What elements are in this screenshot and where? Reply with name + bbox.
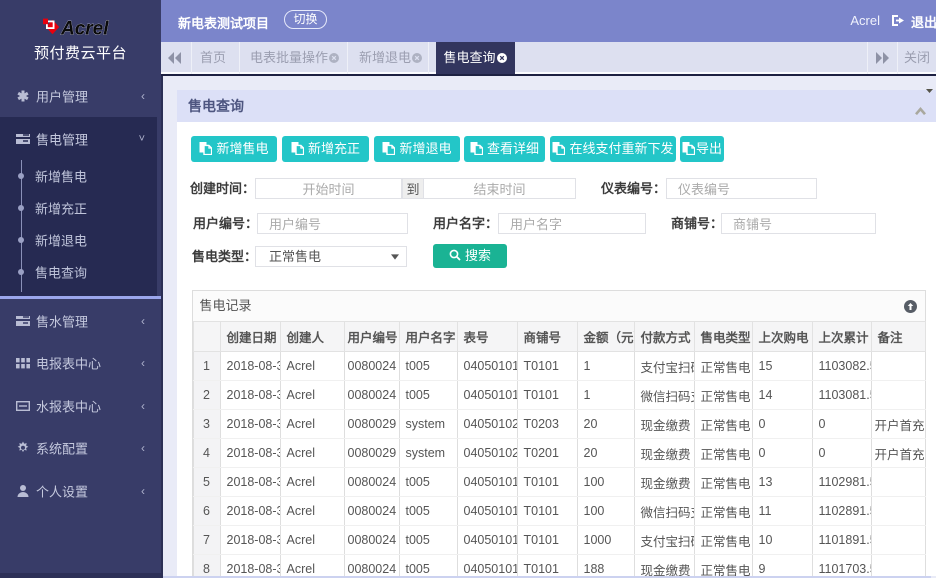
svg-text:Acrel: Acrel bbox=[60, 19, 109, 38]
